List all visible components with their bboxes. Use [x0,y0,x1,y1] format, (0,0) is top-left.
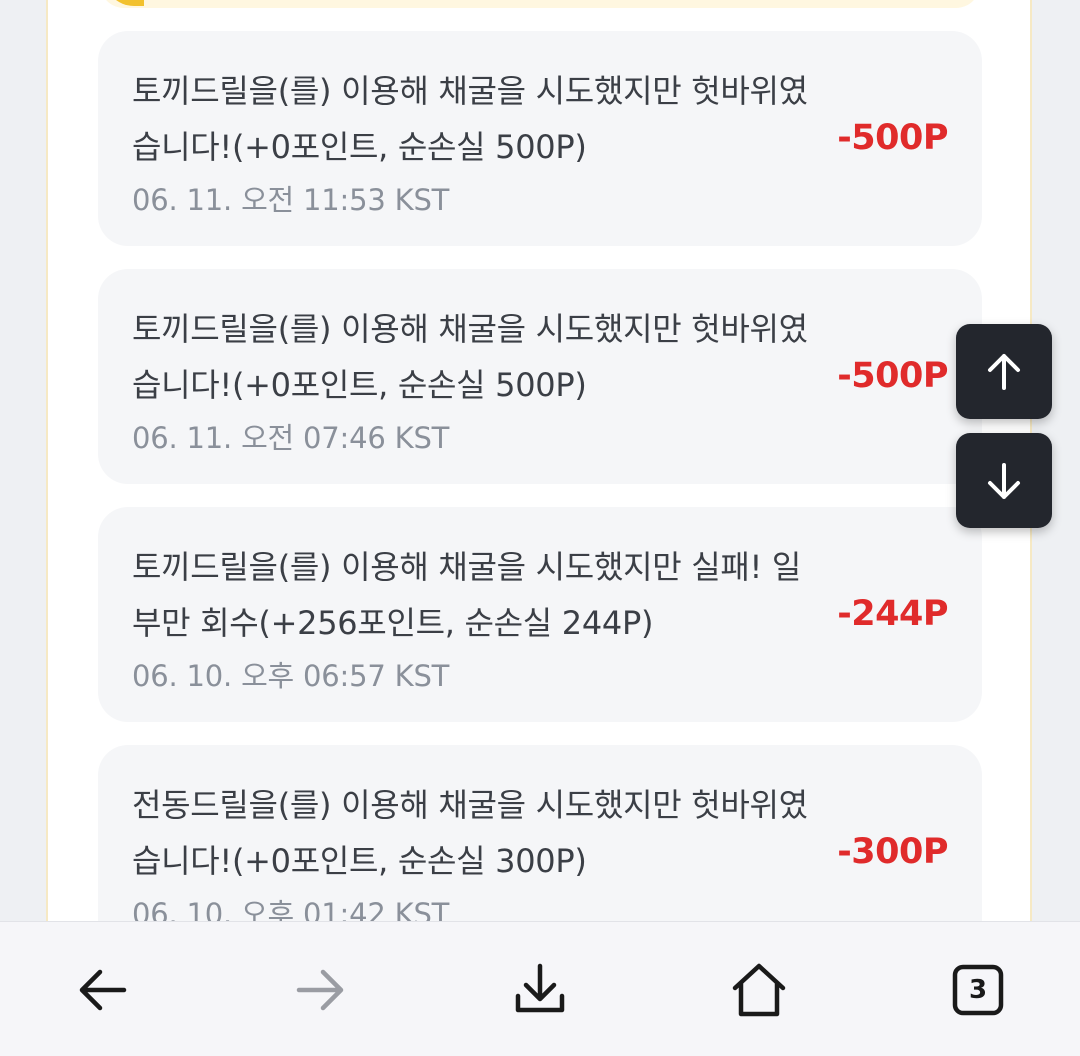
home-button[interactable] [727,958,791,1022]
tabs-count: 3 [968,975,988,1005]
arrow-down-icon [988,462,1020,499]
history-item-time: 06. 10. 오후 06:57 KST [132,659,450,693]
arrow-up-icon [988,353,1020,390]
history-item: 토끼드릴을(를) 이용해 채굴을 시도했지만 헛바위였습니다!(+0포인트, 순… [98,31,982,246]
history-item-amount: -500P [837,356,948,396]
top-banner [100,0,980,8]
scroll-to-bottom-button[interactable] [956,433,1052,528]
history-item-time: 06. 11. 오전 07:46 KST [132,421,450,455]
history-item-description: 토끼드릴을(를) 이용해 채굴을 시도했지만 헛바위였습니다!(+0포인트, 순… [132,72,808,166]
download-button[interactable] [508,958,572,1022]
browser-bottom-nav: 3 [0,921,1080,1056]
home-icon [732,963,786,1017]
history-item: 토끼드릴을(를) 이용해 채굴을 시도했지만 실패! 일부만 회수(+256포인… [98,507,982,722]
arrow-left-icon [79,969,127,1011]
scroll-to-top-button[interactable] [956,324,1052,419]
download-icon [515,963,565,1013]
history-item-amount: -244P [837,594,948,634]
back-button[interactable] [70,958,134,1022]
history-item-amount: -300P [837,832,948,872]
history-item: 토끼드릴을(를) 이용해 채굴을 시도했지만 헛바위였습니다!(+0포인트, 순… [98,269,982,484]
history-item-time: 06. 11. 오전 11:53 KST [132,183,450,217]
arrow-right-icon [296,969,344,1011]
history-item-amount: -500P [837,118,948,158]
history-item-description: 토끼드릴을(를) 이용해 채굴을 시도했지만 헛바위였습니다!(+0포인트, 순… [132,310,808,404]
history-item-description: 전동드릴을(를) 이용해 채굴을 시도했지만 헛바위였습니다!(+0포인트, 순… [132,786,808,880]
forward-button[interactable] [289,958,353,1022]
browser-page: 토끼드릴을(를) 이용해 채굴을 시도했지만 헛바위였습니다!(+0포인트, 순… [0,0,1080,1056]
tabs-button[interactable]: 3 [946,958,1010,1022]
history-item-description: 토끼드릴을(를) 이용해 채굴을 시도했지만 실패! 일부만 회수(+256포인… [132,548,802,642]
